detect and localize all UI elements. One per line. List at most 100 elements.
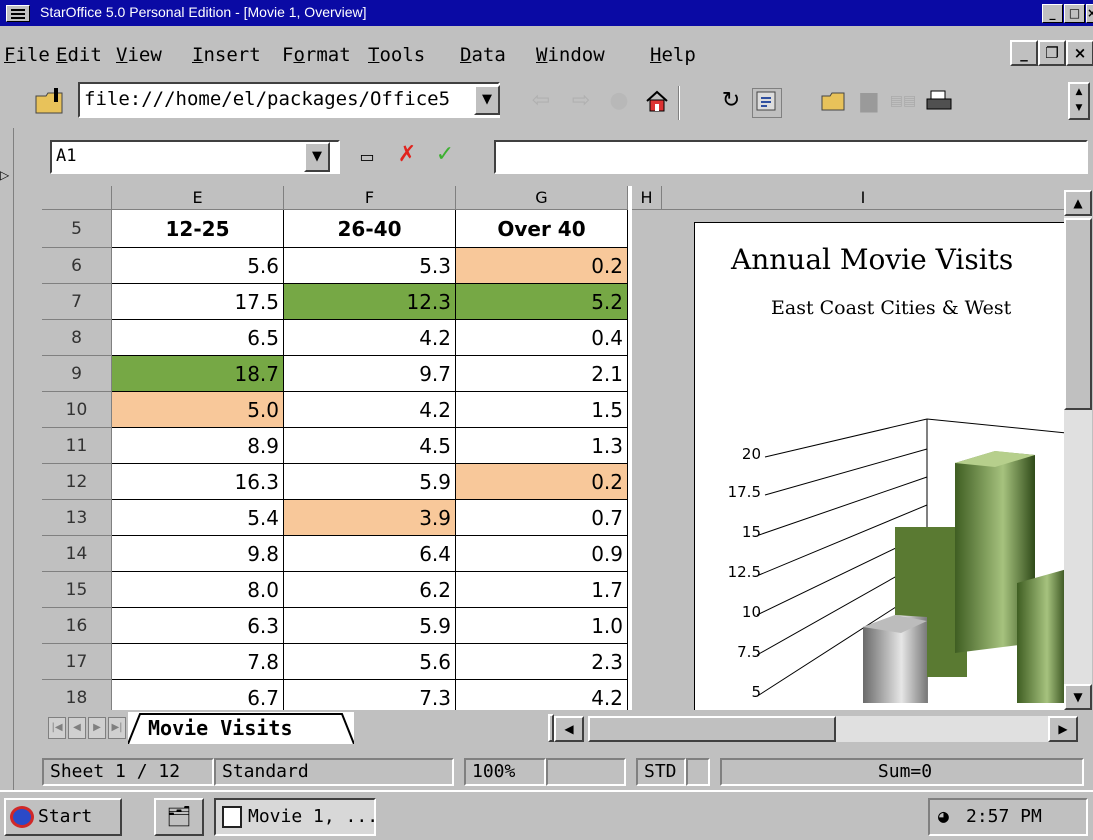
header-cell[interactable]: Over 40 — [456, 210, 628, 248]
column-header-i[interactable]: I — [662, 186, 1064, 210]
data-cell[interactable]: 4.2 — [284, 392, 456, 428]
data-cell[interactable]: 8.0 — [112, 572, 284, 608]
row-header[interactable]: 5 — [42, 210, 112, 248]
column-header-e[interactable]: E — [112, 186, 284, 210]
data-cell[interactable]: 1.3 — [456, 428, 628, 464]
data-cell[interactable]: 2.3 — [456, 644, 628, 680]
back-arrow-icon[interactable]: ⇦ — [526, 88, 556, 118]
last-sheet-icon[interactable]: ▶| — [108, 717, 126, 739]
row-header[interactable]: 18 — [42, 680, 112, 710]
horizontal-scroll-track[interactable] — [836, 716, 1048, 742]
row-header[interactable]: 11 — [42, 428, 112, 464]
close-icon[interactable]: × — [1086, 4, 1093, 23]
data-cell[interactable]: 4.2 — [284, 320, 456, 356]
first-sheet-icon[interactable]: |◀ — [48, 717, 66, 739]
chart-object[interactable]: Annual Movie Visits East Coast Cities & … — [632, 210, 1064, 710]
menu-insert[interactable]: Insert — [192, 44, 261, 66]
data-cell[interactable]: 0.2 — [456, 248, 628, 284]
edit-doc-icon[interactable]: ▤▤ — [888, 88, 918, 118]
data-cell[interactable]: 6.5 — [112, 320, 284, 356]
row-header[interactable]: 12 — [42, 464, 112, 500]
data-cell[interactable]: 6.4 — [284, 536, 456, 572]
data-cell[interactable]: 0.4 — [456, 320, 628, 356]
data-cell[interactable]: 8.9 — [112, 428, 284, 464]
menu-view[interactable]: View — [116, 44, 162, 66]
column-header-h[interactable]: H — [632, 186, 662, 210]
header-cell[interactable]: 12-25 — [112, 210, 284, 248]
network-icon[interactable]: ◕ — [938, 800, 949, 833]
toolbar-scroll-icon[interactable]: ▲ ▼ — [1068, 82, 1090, 120]
task-movie-1[interactable]: Movie 1, ... — [214, 798, 378, 836]
row-header[interactable]: 6 — [42, 248, 112, 284]
data-cell[interactable]: 6.3 — [112, 608, 284, 644]
data-cell[interactable]: 4.2 — [456, 680, 628, 710]
data-cell[interactable]: 2.1 — [456, 356, 628, 392]
menu-format[interactable]: Format — [282, 44, 351, 66]
scroll-right-icon[interactable]: ▶ — [1048, 716, 1078, 742]
formula-input[interactable] — [494, 140, 1088, 174]
menu-file[interactable]: File — [4, 44, 50, 66]
data-cell[interactable]: 16.3 — [112, 464, 284, 500]
data-cell[interactable]: 0.9 — [456, 536, 628, 572]
minimize-icon[interactable]: _ — [1042, 4, 1063, 23]
menu-tools[interactable]: Tools — [368, 44, 425, 66]
url-input[interactable]: file:///home/el/packages/Office5 — [78, 82, 500, 118]
row-header[interactable]: 14 — [42, 536, 112, 572]
dock-arrow-icon[interactable]: ▷ — [0, 168, 9, 182]
url-dropdown-icon[interactable]: ▼ — [474, 85, 500, 115]
spreadsheet-grid[interactable]: E F G 5 12-25 26-40 Over 40 6 5.6 5.3 0.2 7 17.5 12.3… — [42, 186, 632, 710]
row-header[interactable]: 10 — [42, 392, 112, 428]
name-box[interactable]: A1 — [50, 140, 340, 174]
doc-restore-icon[interactable]: ❐ — [1038, 40, 1066, 66]
scroll-left-icon[interactable]: ◀ — [554, 716, 584, 742]
data-cell[interactable]: 0.7 — [456, 500, 628, 536]
home-icon[interactable] — [642, 88, 672, 118]
print-icon[interactable] — [924, 88, 954, 118]
function-autopilot-icon[interactable]: ▭ — [352, 144, 382, 174]
header-cell[interactable]: 26-40 — [284, 210, 456, 248]
namebox-dropdown-icon[interactable]: ▼ — [304, 142, 330, 172]
data-cell[interactable]: 4.5 — [284, 428, 456, 464]
maximize-icon[interactable]: □ — [1064, 4, 1085, 23]
data-cell[interactable]: 7.8 — [112, 644, 284, 680]
column-header-g[interactable]: G — [456, 186, 628, 210]
row-header[interactable]: 16 — [42, 608, 112, 644]
row-header[interactable]: 17 — [42, 644, 112, 680]
desktop-switch-icon[interactable]: 🗂 — [154, 798, 204, 836]
status-mode[interactable]: STD — [636, 758, 686, 786]
data-cell[interactable]: 5.6 — [112, 248, 284, 284]
data-cell[interactable]: 9.8 — [112, 536, 284, 572]
data-cell[interactable]: 1.5 — [456, 392, 628, 428]
vertical-scroll-thumb[interactable] — [1064, 218, 1092, 410]
data-cell[interactable]: 5.9 — [284, 608, 456, 644]
data-cell[interactable]: 3.9 — [284, 500, 456, 536]
grid-corner[interactable] — [42, 186, 112, 210]
horizontal-scroll-thumb[interactable] — [588, 716, 836, 742]
data-cell[interactable]: 1.7 — [456, 572, 628, 608]
open-file-icon[interactable] — [820, 88, 850, 118]
row-header[interactable]: 13 — [42, 500, 112, 536]
folder-icon[interactable] — [34, 86, 64, 116]
edit-file-icon[interactable] — [752, 88, 782, 118]
data-cell[interactable]: 17.5 — [112, 284, 284, 320]
doc-close-icon[interactable]: × — [1066, 40, 1093, 66]
stop-icon[interactable]: ● — [604, 88, 634, 118]
accept-check-icon[interactable]: ✓ — [430, 142, 460, 172]
menu-data[interactable]: Data — [460, 44, 506, 66]
save-icon[interactable]: ▆ — [854, 88, 884, 118]
row-header[interactable]: 15 — [42, 572, 112, 608]
next-sheet-icon[interactable]: ▶ — [88, 717, 106, 739]
status-zoom[interactable]: 100% — [464, 758, 546, 786]
data-cell[interactable]: 6.2 — [284, 572, 456, 608]
data-cell[interactable]: 18.7 — [112, 356, 284, 392]
data-cell[interactable]: 5.3 — [284, 248, 456, 284]
sheet-tab-movie-visits[interactable]: Movie Visits — [128, 712, 354, 744]
reload-icon[interactable]: ↻ — [716, 88, 746, 118]
menu-window[interactable]: Window — [536, 44, 605, 66]
data-cell[interactable]: 5.4 — [112, 500, 284, 536]
scroll-down-icon[interactable]: ▼ — [1064, 684, 1092, 710]
row-header[interactable]: 7 — [42, 284, 112, 320]
system-menu-icon[interactable] — [6, 5, 30, 22]
row-header[interactable]: 8 — [42, 320, 112, 356]
data-cell[interactable]: 9.7 — [284, 356, 456, 392]
